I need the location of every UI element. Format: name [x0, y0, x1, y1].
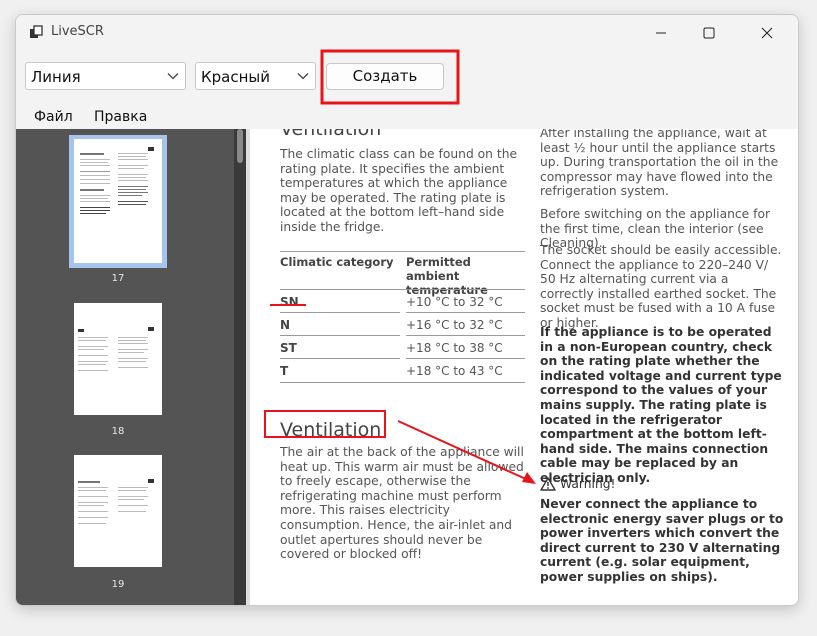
ventilation-text: The air at the back of the appliance wil…: [280, 445, 524, 562]
table-cell-temperature: +18 °C to 43 °C: [406, 364, 503, 378]
table-rule: [280, 335, 400, 336]
table-cell-temperature: +16 °C to 32 °C: [406, 318, 503, 332]
color-select[interactable]: Красный: [195, 62, 316, 90]
minimize-icon: [656, 32, 666, 34]
table-rule: [280, 358, 400, 359]
table-rule: [406, 335, 525, 336]
table-header-category: Climatic category: [280, 255, 394, 269]
menu-bar: Файл Правка: [16, 101, 798, 129]
table-rule: [280, 312, 400, 313]
section-heading-top: Ventilation: [280, 129, 382, 140]
page-preview: [78, 327, 154, 371]
climatic-class-text: The climatic class can be found on the r…: [280, 147, 518, 234]
app-window: LiveSCR Линия Красный Создать Файл Правк…: [15, 14, 799, 606]
table-cell-category: T: [280, 364, 289, 378]
thumbnail-label: 17: [111, 273, 125, 284]
page-preview: [78, 479, 154, 524]
table-cell-category: N: [280, 318, 291, 332]
close-icon: [761, 27, 773, 39]
table-rule: [406, 358, 525, 359]
table-rule: [406, 312, 525, 313]
menu-edit[interactable]: Правка: [94, 109, 147, 125]
table-cell-temperature: +10 °C to 32 °C: [406, 295, 503, 309]
maximize-icon: [703, 27, 715, 39]
chevron-down-icon: [167, 73, 179, 80]
color-select-value: Красный: [201, 68, 271, 86]
minimize-button[interactable]: [638, 15, 684, 51]
shape-select-value: Линия: [31, 68, 81, 86]
chevron-down-icon: [297, 73, 309, 80]
warning-title: Warning!: [560, 477, 616, 491]
page-thumbnail-19[interactable]: [74, 455, 162, 567]
app-icon: [30, 25, 43, 38]
toolbar: Линия Красный Создать: [16, 51, 798, 101]
table-rule: [280, 289, 525, 290]
thumbnail-label: 19: [111, 579, 125, 590]
thumbnail-label: 18: [111, 426, 125, 437]
page-thumbnail-17[interactable]: [74, 139, 162, 263]
warning-text: Never connect the appliance to electroni…: [540, 497, 784, 584]
socket-text: The socket should be easily accessible. …: [540, 243, 782, 330]
table-cell-category: SN: [280, 295, 299, 309]
scrollbar-thumb[interactable]: [237, 129, 243, 163]
thumbnail-panel[interactable]: 17 18 19: [16, 129, 234, 605]
non-european-text: If the appliance is to be operated in a …: [540, 325, 782, 485]
menu-file[interactable]: Файл: [34, 109, 73, 125]
table-cell-temperature: +18 °C to 38 °C: [406, 341, 503, 355]
page-preview: [80, 147, 154, 214]
install-wait-text: After installing the appliance, wait at …: [540, 129, 779, 199]
ventilation-heading: Ventilation: [280, 419, 382, 441]
create-button[interactable]: Создать: [326, 63, 444, 90]
maximize-button[interactable]: [686, 15, 732, 51]
thumbnail-scrollbar[interactable]: [234, 129, 246, 605]
title-bar: LiveSCR: [16, 15, 798, 51]
warning-icon: [540, 477, 556, 491]
page-thumbnail-18[interactable]: [74, 303, 162, 415]
table-header-temperature: Permitted ambient temperature: [406, 255, 488, 297]
window-title: LiveSCR: [51, 24, 104, 39]
table-cell-category: ST: [280, 341, 297, 355]
shape-select[interactable]: Линия: [25, 62, 186, 90]
close-button[interactable]: [744, 15, 790, 51]
table-rule: [280, 382, 525, 383]
document-view[interactable]: Ventilation The climatic class can be fo…: [250, 129, 798, 605]
table-rule: [280, 251, 525, 252]
